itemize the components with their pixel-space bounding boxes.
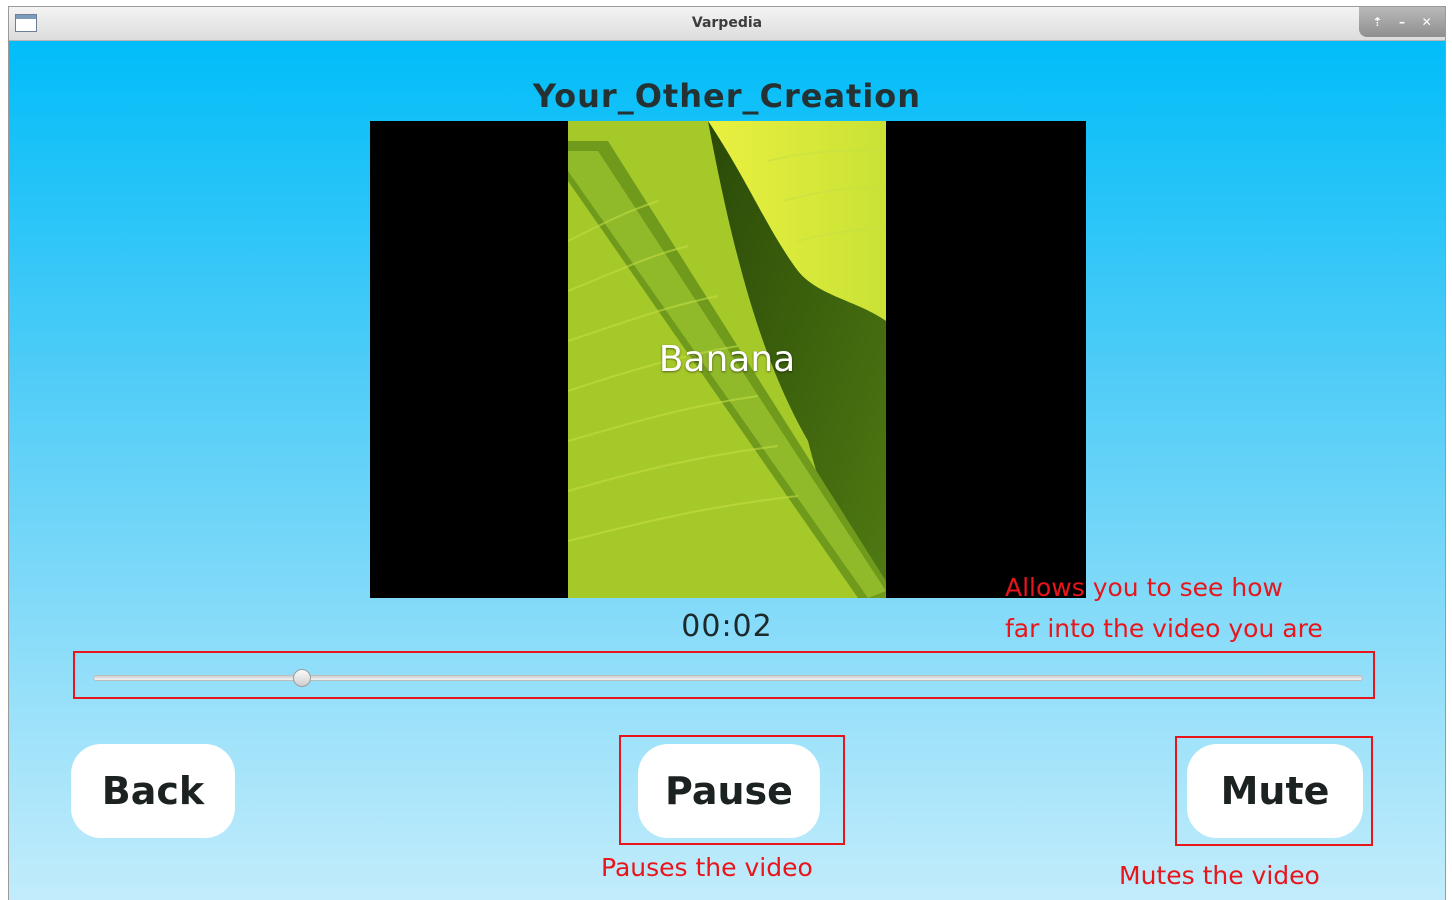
video-title: Your_Other_Creation: [532, 77, 922, 115]
slider-thumb[interactable]: [292, 669, 311, 687]
window-controls: ⇡ – ✕: [1359, 7, 1445, 37]
slider-annotation-line1: Allows you to see how: [1005, 573, 1283, 602]
video-caption: Banana: [658, 339, 796, 380]
title-bar: Varpedia ⇡ – ✕: [9, 7, 1445, 41]
video-player: Banana: [370, 121, 1086, 598]
mute-annotation: Mutes the video: [1119, 861, 1320, 890]
maximize-icon[interactable]: ⇡: [1368, 15, 1386, 29]
slider-annotation: Allows you to see how far into the video…: [1005, 567, 1323, 649]
minimize-icon[interactable]: –: [1393, 15, 1411, 29]
app-window: Varpedia ⇡ – ✕ Your_Other_Creation Banan…: [8, 6, 1446, 900]
progress-highlight-box: [73, 651, 1375, 699]
pause-button[interactable]: Pause: [638, 744, 820, 838]
progress-slider[interactable]: [93, 669, 1363, 687]
window-title: Varpedia: [691, 15, 763, 31]
back-button[interactable]: Back: [71, 744, 235, 838]
close-icon[interactable]: ✕: [1418, 15, 1436, 29]
slider-annotation-line2: far into the video you are: [1005, 614, 1323, 643]
mute-button[interactable]: Mute: [1187, 744, 1363, 838]
video-frame-image: Banana: [568, 121, 886, 598]
pause-annotation: Pauses the video: [601, 853, 813, 882]
player-screen: Your_Other_Creation Banana 00:02 Allows …: [9, 41, 1445, 900]
